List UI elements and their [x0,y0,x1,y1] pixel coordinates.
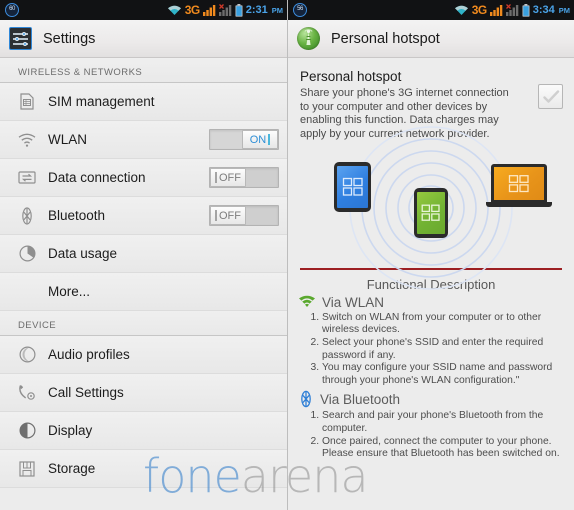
sim-card-icon [18,93,36,111]
list-item: Switch on WLAN from your computer or to … [322,312,574,337]
settings-sliders-icon [9,27,32,50]
clock-meridiem: PM [271,5,283,15]
dual-screenshot: 60 3G 2:31 PM Settings WIRELESS & NETWOR… [0,0,574,510]
sidebar-item-label: Audio profiles [48,347,130,362]
personal-hotspot-screen: 56 3G 3:34 PM Personal hotspot Personal … [287,0,574,510]
notification-badge: 56 [293,3,307,17]
page-title: Settings [43,30,96,47]
sidebar-item-data-usage[interactable]: Data usage [0,235,287,273]
bluetooth-steps-list: Search and pair your phone's Bluetooth f… [288,410,574,460]
wlan-steps-list: Switch on WLAN from your computer or to … [288,312,574,388]
clock-time: 3:34 [532,4,555,16]
phone-gear-icon [18,384,36,402]
toggle-state-label: OFF [219,209,241,222]
signal-bars-icon [202,5,216,16]
clock-meridiem: PM [558,5,570,15]
wifi-icon [18,131,36,149]
section-header-device: DEVICE [0,311,287,336]
sidebar-item-label: Display [48,423,93,438]
group-title-via-bluetooth: Via Bluetooth [288,390,574,408]
sidebar-item-data-connection[interactable]: Data connection OFF [0,159,287,197]
status-bar-left: 60 3G 2:31 PM [0,0,287,20]
bluetooth-icon [301,391,311,408]
wlan-toggle[interactable]: ON [209,129,279,150]
settings-screen: 60 3G 2:31 PM Settings WIRELESS & NETWOR… [0,0,287,510]
app-grid-icon [421,204,440,222]
phone-device-graphic [414,188,448,239]
page-title: Personal hotspot [331,30,440,47]
list-item: Select your phone's SSID and enter the r… [322,337,574,362]
enable-hotspot-checkbox[interactable] [538,84,563,109]
brightness-contrast-icon [18,422,36,440]
battery-icon [235,3,243,17]
hotspot-heading: Personal hotspot [300,69,402,84]
moon-volume-icon [18,346,36,364]
sidebar-item-more[interactable]: More... [0,273,287,311]
sidebar-item-label: Storage [48,461,96,476]
status-icons-right: 3G 3:34 PM [454,3,570,17]
sidebar-item-label: Call Settings [48,385,124,400]
network-type-label: 3G [471,3,488,17]
clock-time: 2:31 [245,4,268,16]
status-bar-right: 56 3G 3:34 PM [288,0,574,20]
data-transfer-icon [18,169,36,187]
app-grid-icon [342,178,363,197]
bluetooth-toggle[interactable]: OFF [209,205,279,226]
network-type-label: 3G [184,3,201,17]
sidebar-item-storage[interactable]: Storage [0,450,287,488]
notification-badge: 60 [5,3,19,17]
data-connection-toggle[interactable]: OFF [209,167,279,188]
settings-title-bar: Settings [0,20,287,58]
hotspot-illustration [288,126,574,290]
sidebar-item-label: WLAN [48,132,88,147]
signal-bars-icon [489,5,503,16]
sidebar-item-label: Bluetooth [48,208,106,223]
group-title-label: Via Bluetooth [320,391,401,407]
app-grid-icon [508,174,529,193]
sidebar-item-wlan[interactable]: WLAN ON [0,121,287,159]
hotspot-tower-icon [297,27,320,50]
bluetooth-icon [18,206,36,225]
wifi-icon [454,5,468,15]
tablet-device-graphic [334,162,371,213]
sidebar-item-call-settings[interactable]: Call Settings [0,374,287,412]
section-header-wireless: WIRELESS & NETWORKS [0,58,287,83]
sidebar-item-label: Data connection [48,170,146,185]
battery-icon [522,3,530,17]
toggle-state-label: ON [249,133,267,146]
sidebar-item-bluetooth[interactable]: Bluetooth OFF [0,197,287,235]
sidebar-item-sim-management[interactable]: SIM management [0,83,287,121]
laptop-device-graphic [486,164,552,210]
sidebar-item-label: More... [48,284,91,299]
toggle-state-label: OFF [219,171,241,184]
sidebar-item-audio-profiles[interactable]: Audio profiles [0,336,287,374]
list-item: Search and pair your phone's Bluetooth f… [322,410,574,435]
floppy-disk-icon [18,460,36,478]
status-icons-left: 3G 2:31 PM [167,3,283,17]
hotspot-title-bar: Personal hotspot [288,20,574,58]
signal-bars-off-icon [218,4,232,16]
wifi-icon [299,296,315,308]
sidebar-item-label: Data usage [48,246,118,261]
list-item: Once paired, connect the computer to you… [322,436,574,461]
signal-bars-off-icon [505,4,519,16]
list-item: You may configure your SSID name and pas… [322,362,574,387]
wifi-icon [167,5,181,15]
pie-chart-icon [18,245,36,263]
sidebar-item-label: SIM management [48,94,155,109]
sidebar-item-display[interactable]: Display [0,412,287,450]
